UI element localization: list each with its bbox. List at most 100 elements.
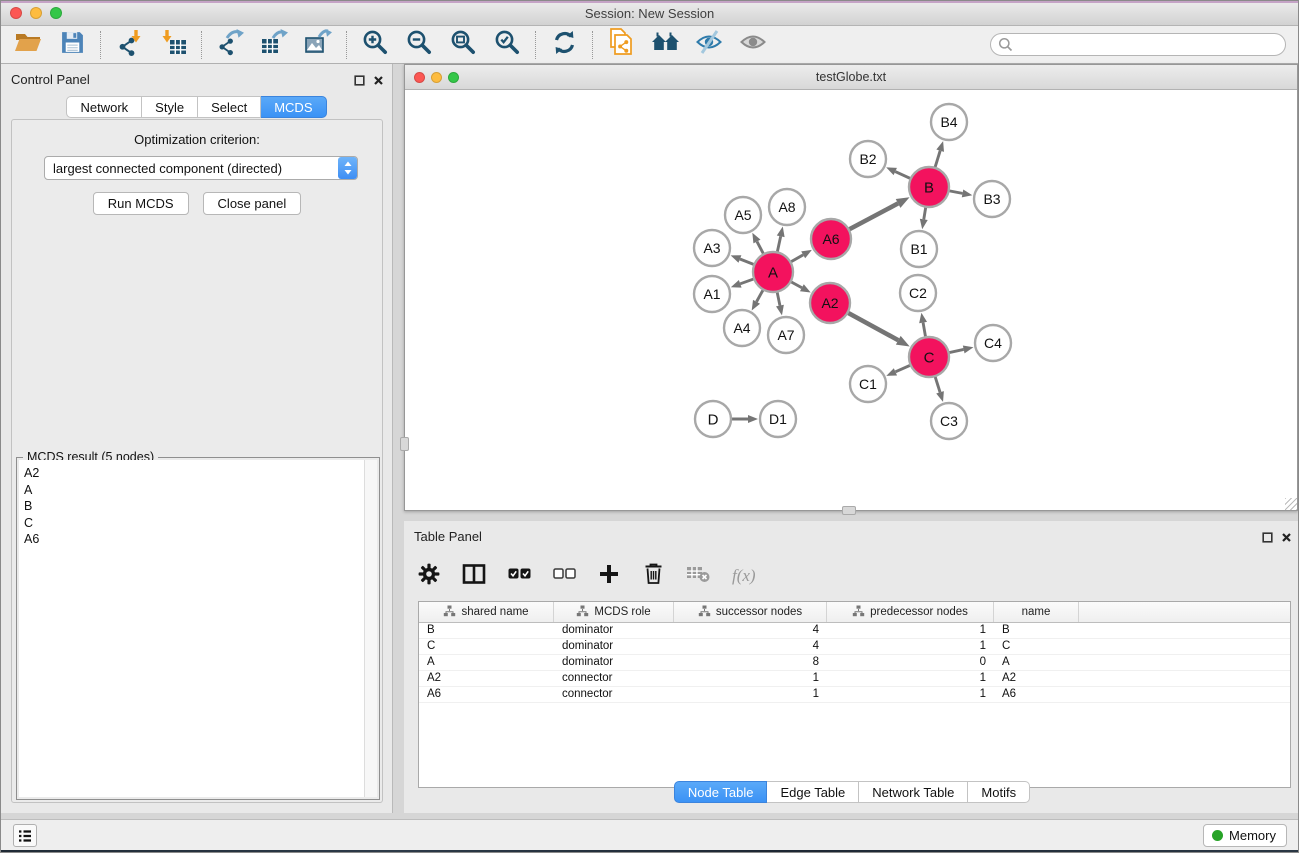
export-image-button[interactable]	[303, 30, 333, 60]
table-cell: A6	[419, 687, 554, 702]
export-table-button[interactable]	[259, 30, 289, 60]
corner-resize-handle[interactable]	[1285, 498, 1297, 510]
network-canvas[interactable]: B4 B2 B B3 A8A5 A6 B1 A3 A C2 A1 A2 A4 A7 C C4 C1 C3 D D1	[405, 90, 1297, 510]
table-row[interactable]: A6connector11A6	[419, 687, 1290, 703]
titlebar: Session: New Session	[1, 1, 1298, 26]
graph-node-B1[interactable]: B1	[901, 231, 937, 267]
graph-node-D1[interactable]: D1	[760, 401, 796, 437]
import-table-from-file-button[interactable]	[158, 30, 188, 60]
graph-node-B2[interactable]: B2	[850, 141, 886, 177]
table-cell: 1	[827, 639, 994, 654]
close-table-panel-icon[interactable]	[1281, 530, 1292, 548]
home-view-button[interactable]	[650, 30, 680, 60]
tab-mcds[interactable]: MCDS	[261, 96, 326, 118]
column-header-shared-name[interactable]: shared name	[419, 602, 554, 622]
network-window-titlebar[interactable]: testGlobe.txt	[405, 65, 1297, 90]
close-panel-icon[interactable]	[373, 73, 384, 91]
new-network-from-file-button[interactable]	[606, 30, 636, 60]
zoom-out-button[interactable]	[404, 30, 434, 60]
graph-node-C[interactable]: C	[909, 337, 949, 377]
table-row[interactable]: A2connector11A2	[419, 671, 1290, 687]
table-row[interactable]: Cdominator41C	[419, 639, 1290, 655]
graph-node-A6[interactable]: A6	[811, 219, 851, 259]
hide-selected-button[interactable]	[694, 30, 724, 60]
table-row[interactable]: Adominator80A	[419, 655, 1290, 671]
table-row[interactable]: Bdominator41B	[419, 623, 1290, 639]
float-table-panel-icon[interactable]	[1262, 530, 1273, 548]
open-session-button[interactable]	[13, 30, 43, 60]
bottom-resize-grip[interactable]	[842, 506, 856, 515]
column-header-MCDS-role[interactable]: MCDS role	[554, 602, 674, 622]
delete-columns-button[interactable]	[642, 563, 664, 589]
optimization-criterion-dropdown[interactable]: largest connected component (directed)	[44, 156, 358, 180]
graph-node-A2[interactable]: A2	[810, 283, 850, 323]
mcds-result-list: A2ABCA6	[19, 460, 364, 797]
mcds-result-item[interactable]: A6	[19, 531, 364, 548]
table-cell: A2	[994, 671, 1079, 686]
graph-node-A3[interactable]: A3	[694, 230, 730, 266]
mcds-result-item[interactable]: C	[19, 515, 364, 532]
graph-node-C4[interactable]: C4	[975, 325, 1011, 361]
tab-network-table[interactable]: Network Table	[859, 781, 968, 803]
run-mcds-button[interactable]: Run MCDS	[93, 192, 189, 215]
select-all-columns-button[interactable]	[508, 563, 531, 589]
memory-button[interactable]: Memory	[1203, 824, 1287, 847]
graph-node-D[interactable]: D	[695, 401, 731, 437]
table-cell: B	[419, 623, 554, 638]
left-resize-grip[interactable]	[400, 437, 409, 451]
graph-node-A1[interactable]: A1	[694, 276, 730, 312]
graph-node-C1[interactable]: C1	[850, 366, 886, 402]
table-toolbar: f(x)	[418, 557, 756, 595]
graph-node-C2[interactable]: C2	[900, 275, 936, 311]
graph-node-A8[interactable]: A8	[769, 189, 805, 225]
create-new-column-button[interactable]	[598, 563, 620, 589]
column-header-successor-nodes[interactable]: successor nodes	[674, 602, 827, 622]
table-cell: A6	[994, 687, 1079, 702]
export-network-button[interactable]	[215, 30, 245, 60]
show-all-button[interactable]	[738, 30, 768, 60]
apply-preferred-layout-button[interactable]	[549, 30, 579, 60]
tab-style[interactable]: Style	[142, 96, 198, 118]
node-label: C1	[859, 376, 877, 392]
import-network-from-file-button[interactable]	[114, 30, 144, 60]
save-session-button[interactable]	[57, 30, 87, 60]
edge-arrowhead	[731, 255, 742, 262]
mcds-result-scrollbar[interactable]	[364, 460, 377, 797]
zoom-in-button[interactable]	[360, 30, 390, 60]
tab-motifs[interactable]: Motifs	[968, 781, 1030, 803]
graph-node-A7[interactable]: A7	[768, 317, 804, 353]
graph-node-B[interactable]: B	[909, 167, 949, 207]
column-header-predecessor-nodes[interactable]: predecessor nodes	[827, 602, 994, 622]
node-label: A4	[733, 320, 750, 336]
task-history-button[interactable]	[13, 824, 37, 847]
zoom-fit-content-button[interactable]	[448, 30, 478, 60]
tab-network[interactable]: Network	[66, 96, 142, 118]
float-panel-icon[interactable]	[354, 73, 365, 91]
graph-node-A4[interactable]: A4	[724, 310, 760, 346]
mcds-result-item[interactable]: B	[19, 498, 364, 515]
graph-node-A5[interactable]: A5	[725, 197, 761, 233]
deselect-all-columns-button[interactable]	[553, 563, 576, 589]
toolbar-separator	[592, 31, 593, 59]
table-header-row: shared nameMCDS role successor nodes prede…	[419, 602, 1290, 623]
zoom-in-icon	[362, 29, 389, 61]
mcds-result-item[interactable]: A	[19, 482, 364, 499]
list-icon	[16, 827, 34, 845]
tab-select[interactable]: Select	[198, 96, 261, 118]
zoom-selected-region-button[interactable]	[492, 30, 522, 60]
fx-icon: f(x)	[732, 566, 756, 586]
column-header-name[interactable]: name	[994, 602, 1079, 622]
show-columns-button[interactable]	[462, 563, 486, 589]
graph-node-C3[interactable]: C3	[931, 403, 967, 439]
close-panel-button[interactable]: Close panel	[203, 192, 302, 215]
column-label: successor nodes	[716, 606, 802, 618]
search-input[interactable]	[990, 33, 1286, 56]
tab-node-table[interactable]: Node Table	[674, 781, 768, 803]
tab-edge-table[interactable]: Edge Table	[767, 781, 859, 803]
graph-node-B4[interactable]: B4	[931, 104, 967, 140]
graph-node-B3[interactable]: B3	[974, 181, 1010, 217]
table-options-button[interactable]	[418, 563, 440, 589]
mcds-result-item[interactable]: A2	[19, 465, 364, 482]
graph-node-A[interactable]: A	[753, 252, 793, 292]
zoom-selected-icon	[494, 29, 521, 61]
